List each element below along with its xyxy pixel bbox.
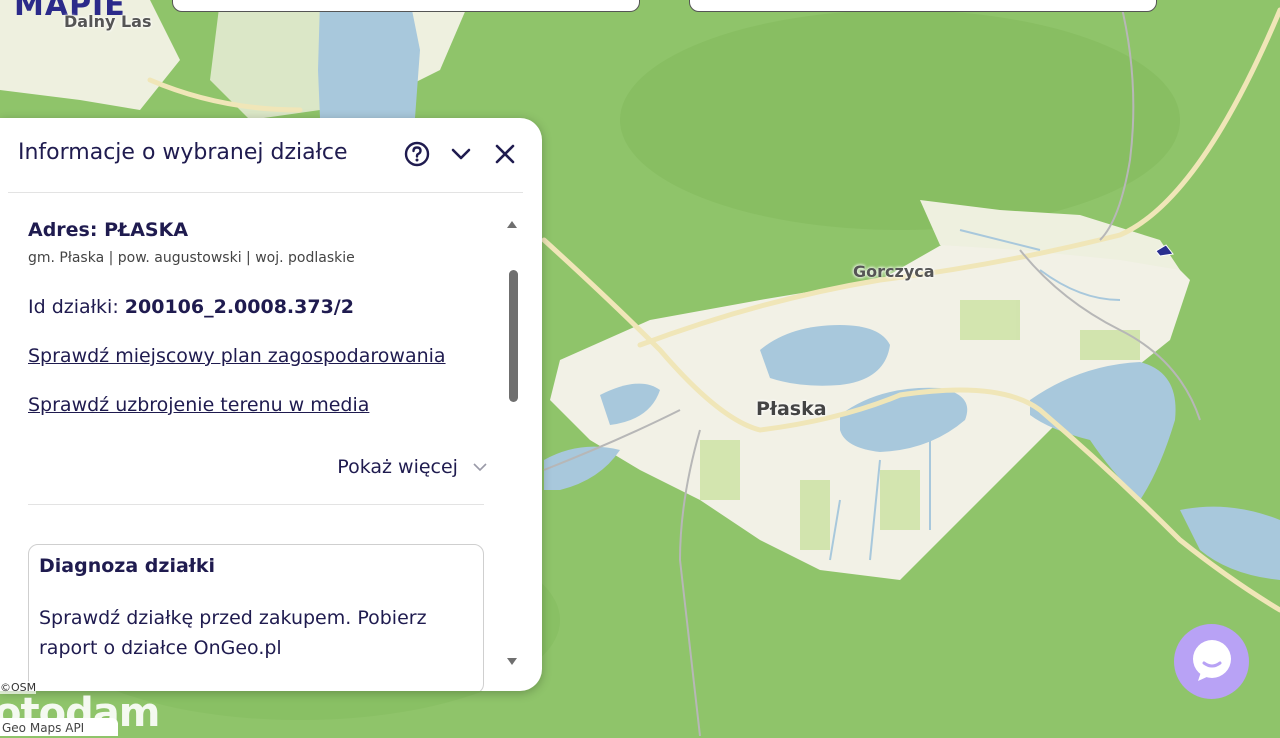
parcel-id-line: Id działki: 200106_2.0008.373/2 [28,296,354,318]
header-divider [8,192,523,193]
chat-button[interactable] [1174,624,1249,699]
geo-maps-attribution[interactable]: Geo Maps API [0,718,118,736]
scroll-up-arrow[interactable] [505,218,519,230]
map-label-dalny-las: Dalny Las [64,12,152,31]
address-label: Adres: PŁASKA [28,219,189,241]
parcel-id-label: Id działki: [28,296,125,318]
map-label-plaska: Płaska [756,398,827,420]
help-icon[interactable] [403,140,431,168]
panel-title: Informacje o wybranej działce [18,140,348,165]
show-more-button[interactable]: Pokaż więcej [337,456,488,478]
top-search-field-left[interactable] [172,0,640,12]
scroll-down-arrow[interactable] [505,656,519,668]
parcel-id-value: 200106_2.0008.373/2 [124,296,354,318]
panel-header: Informacje o wybranej działce [0,118,542,192]
diagnosis-card[interactable]: Diagnoza działki Sprawdź działkę przed z… [28,544,484,691]
show-more-label: Pokaż więcej [337,456,458,478]
top-search-field-right[interactable] [689,0,1157,12]
check-local-plan-link[interactable]: Sprawdź miejscowy plan zagospodarowania [28,345,446,367]
scrollbar-thumb[interactable] [509,270,518,402]
section-divider [28,504,484,505]
map-label-gorczyca: Gorczyca [853,262,935,281]
close-icon[interactable] [491,140,519,168]
check-utilities-link[interactable]: Sprawdź uzbrojenie terenu w media [28,394,369,416]
diagnosis-text: Sprawdź działkę przed zakupem. Pobierz r… [39,607,427,659]
diagnosis-title: Diagnoza działki [39,555,215,577]
parcel-info-panel: Informacje o wybranej działce Adres: PŁA… [0,118,542,691]
chat-icon [1193,640,1231,681]
chevron-down-icon [473,463,487,472]
chevron-down-icon[interactable] [447,140,475,168]
address-subline: gm. Płaska | pow. augustowski | woj. pod… [28,250,355,266]
